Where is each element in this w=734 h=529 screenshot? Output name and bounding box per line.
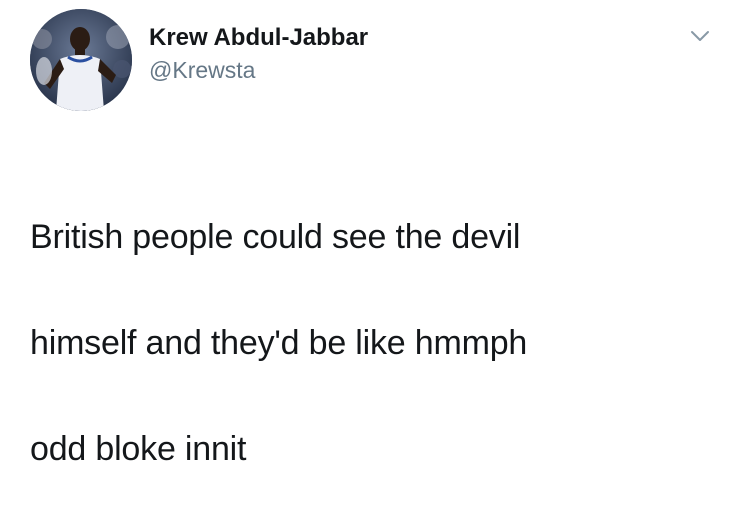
chevron-down-icon[interactable]: [688, 24, 712, 48]
tweet-text-line: British people could see the devil: [30, 218, 521, 256]
author-display-name[interactable]: Krew Abdul-Jabbar: [149, 23, 368, 53]
tweet-text-line: himself and they'd be like hmmph: [30, 324, 528, 362]
avatar-image: [30, 9, 132, 111]
author-names: Krew Abdul-Jabbar @Krewsta: [149, 23, 368, 85]
tweet-text-line: odd bloke innit: [30, 430, 247, 468]
tweet-card: Krew Abdul-Jabbar @Krewsta British peopl…: [0, 0, 734, 468]
tweet-header: Krew Abdul-Jabbar @Krewsta: [30, 8, 368, 112]
tweet-text: British people could see the devil himse…: [30, 158, 690, 529]
author-avatar[interactable]: [30, 9, 132, 111]
author-handle[interactable]: @Krewsta: [149, 55, 368, 85]
